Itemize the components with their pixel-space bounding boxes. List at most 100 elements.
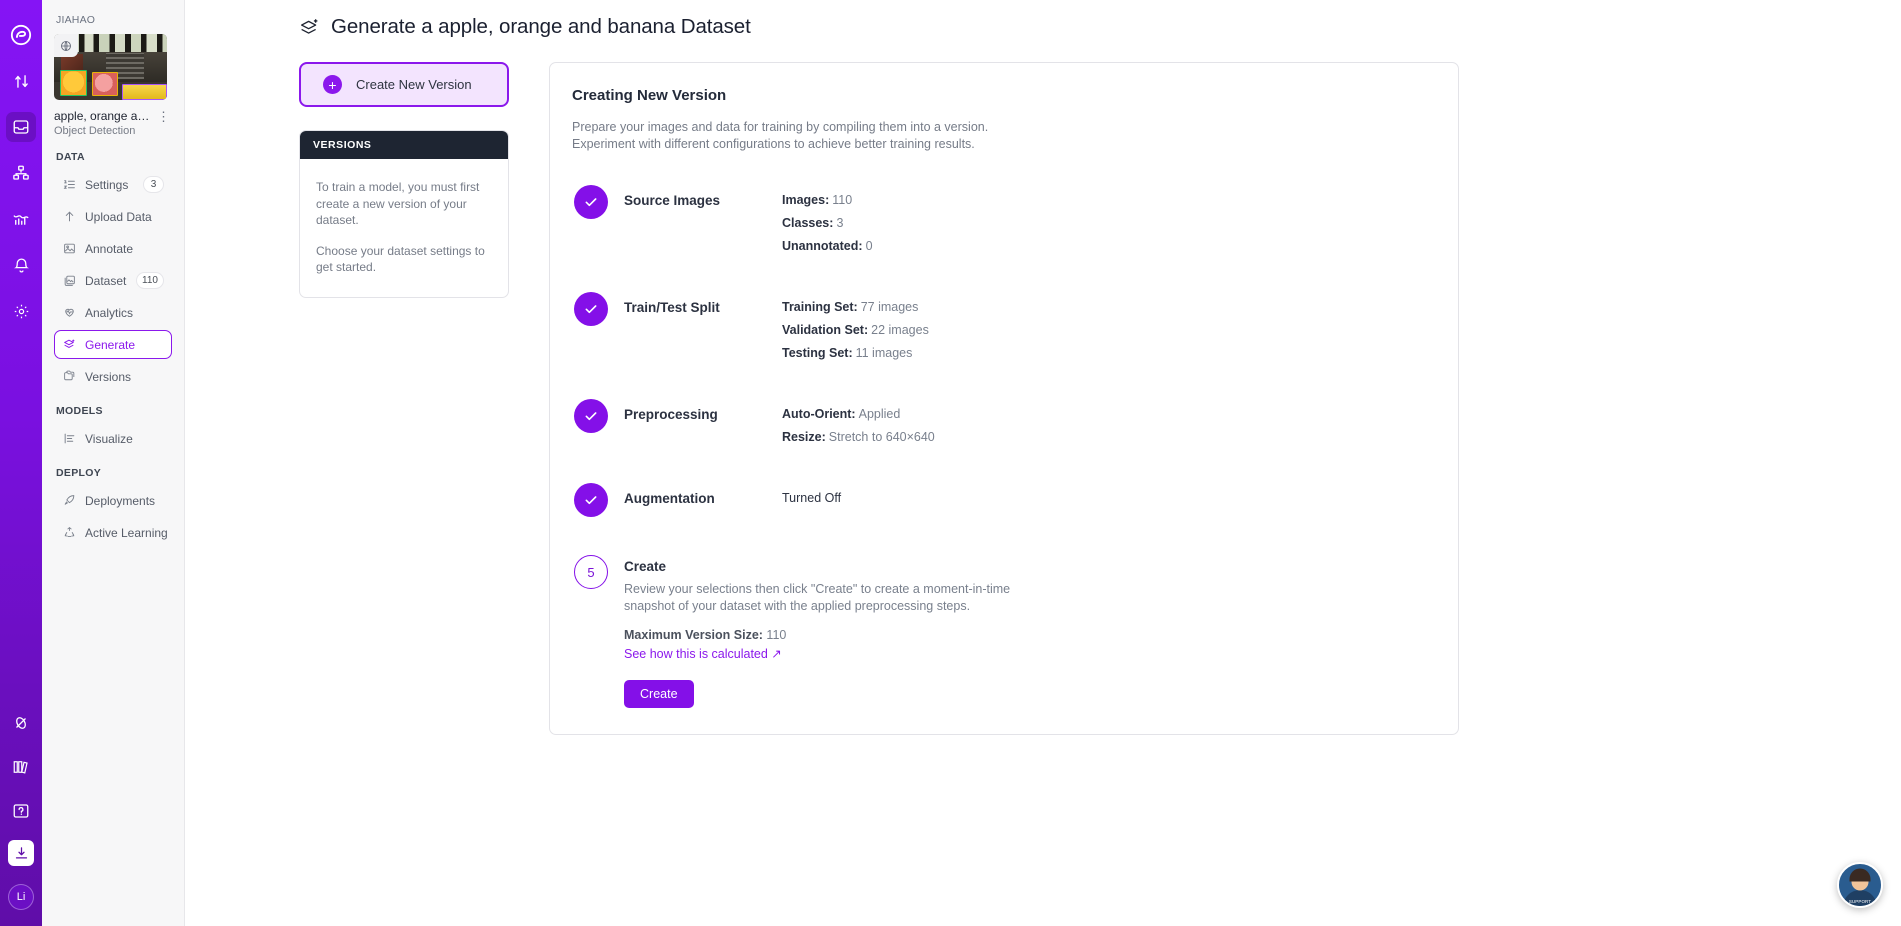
analytics-chart-icon[interactable] — [6, 204, 36, 234]
sidebar-item-active-learning[interactable]: Active Learning — [54, 518, 172, 547]
sidebar-item-visualize[interactable]: Visualize — [54, 424, 172, 453]
kv-key: Auto-Orient: — [782, 407, 856, 422]
sidebar-item-upload-data[interactable]: Upload Data — [54, 202, 172, 231]
section-label-data: DATA — [56, 151, 85, 163]
ordered-list-icon — [62, 178, 76, 192]
sidebar-item-settings[interactable]: Settings 3 — [54, 170, 172, 199]
create-new-version-label: Create New Version — [356, 77, 472, 92]
kv-value: Stretch to 640×640 — [828, 430, 935, 445]
left-column: + Create New Version VERSIONS To train a… — [299, 62, 509, 735]
globe-icon[interactable] — [54, 34, 78, 57]
see-how-calculated-link[interactable]: See how this is calculated ↗ — [624, 646, 782, 661]
annotate-image-icon — [62, 242, 76, 256]
roboflow-logo-icon[interactable] — [6, 20, 36, 50]
sidebar-item-dataset[interactable]: Dataset 110 — [54, 266, 172, 295]
sidebar-item-label: Visualize — [85, 431, 133, 446]
project-row: apple, orange an... ⋮ — [54, 109, 172, 123]
sidebar-badge-settings: 3 — [143, 176, 164, 193]
folders-icon — [62, 370, 76, 384]
max-version-size-row: Maximum Version Size: 110 — [624, 628, 1024, 642]
kv-key: Unannotated: — [782, 239, 863, 254]
sidebar-badge-dataset: 110 — [136, 272, 164, 289]
annotation-box-banana — [122, 84, 167, 100]
kebab-menu-icon[interactable]: ⋮ — [155, 110, 172, 123]
create-new-version-button[interactable]: + Create New Version — [299, 62, 509, 107]
support-badge-label: SUPPORT — [1848, 899, 1872, 904]
step-body: Training Set: 77 images Validation Set: 22… — [782, 292, 1436, 361]
project-name[interactable]: apple, orange an... — [54, 109, 151, 123]
heart-pulse-icon — [62, 306, 76, 320]
step-marker — [572, 292, 624, 327]
creating-new-version-panel: Creating New Version Prepare your images… — [549, 62, 1459, 735]
sidebar-item-label: Active Learning — [85, 525, 168, 540]
step-body: Turned Off — [782, 483, 1436, 505]
sidebar-item-versions[interactable]: Versions — [54, 362, 172, 391]
sidebar-item-annotate[interactable]: Annotate — [54, 234, 172, 263]
help-question-icon[interactable] — [6, 796, 36, 826]
recycle-icon — [62, 526, 76, 540]
step-number-badge: 5 — [574, 555, 608, 590]
kv-key: Validation Set: — [782, 323, 869, 338]
bar-list-icon — [62, 432, 76, 446]
notifications-bell-icon[interactable] — [6, 250, 36, 280]
augmentation-status: Turned Off — [782, 491, 842, 506]
versions-card-body: To train a model, you must first create … — [300, 159, 508, 297]
sidebar-item-label: Settings — [85, 177, 129, 192]
layers-plus-icon — [62, 338, 76, 352]
kv-row: Classes: 3 — [782, 216, 1436, 231]
kv-value: 110 — [832, 193, 853, 208]
kv-row: Testing Set: 11 images — [782, 346, 1436, 361]
sidebar-item-deployments[interactable]: Deployments — [54, 486, 172, 515]
kv-key: Images: — [782, 193, 830, 208]
universe-icon[interactable] — [6, 708, 36, 738]
support-chat-avatar[interactable]: SUPPORT — [1837, 862, 1883, 908]
sidebar-item-analytics[interactable]: Analytics — [54, 298, 172, 327]
check-circle-icon — [574, 483, 608, 518]
org-name: JIAHAO — [56, 14, 96, 26]
create-block: Create Review your selections then click… — [624, 555, 1024, 708]
kv-key: Classes: — [782, 216, 834, 231]
create-step-title: Create — [624, 559, 667, 575]
step-marker — [572, 483, 624, 518]
kv-row: Images: 110 — [782, 193, 1436, 208]
step-preprocessing: Preprocessing Auto-Orient: Applied Resize… — [572, 399, 1436, 445]
create-button[interactable]: Create — [624, 680, 694, 708]
settings-gear-icon[interactable] — [6, 296, 36, 326]
kv-value: 22 images — [871, 323, 929, 338]
versions-paragraph-1: To train a model, you must first create … — [316, 180, 480, 228]
check-circle-icon — [574, 399, 608, 434]
transfer-icon[interactable] — [6, 66, 36, 96]
section-label-models: MODELS — [56, 405, 103, 417]
step-marker — [572, 185, 624, 220]
sidebar-item-label: Annotate — [85, 241, 134, 256]
user-avatar[interactable]: Li — [8, 884, 34, 910]
sidebar-item-generate[interactable]: Generate — [54, 330, 172, 359]
library-icon[interactable] — [6, 752, 36, 782]
step-marker: 5 — [572, 555, 624, 590]
step-name: Augmentation — [624, 491, 715, 507]
versions-card: VERSIONS To train a model, you must firs… — [299, 130, 509, 298]
version-steps: Source Images Images: 110 Classes: 3 Unann… — [572, 185, 1436, 708]
kv-key: Training Set: — [782, 300, 858, 315]
step-marker — [572, 399, 624, 434]
content-columns: + Create New Version VERSIONS To train a… — [185, 49, 1901, 735]
kv-value: Applied — [858, 407, 901, 422]
versions-paragraph-2: Choose your dataset settings to get star… — [316, 243, 485, 275]
step-name: Preprocessing — [624, 407, 718, 423]
sidebar-item-label: Upload Data — [85, 209, 152, 224]
right-column: Creating New Version Prepare your images… — [549, 62, 1459, 735]
sidebar: JIAHAO apple, orange an... ⋮ Object Dete… — [42, 0, 185, 926]
app-rail: Li — [0, 0, 42, 926]
sidebar-item-label: Analytics — [85, 305, 134, 320]
kv-row: Validation Set: 22 images — [782, 323, 1436, 338]
max-version-size-key: Maximum Version Size: — [624, 628, 763, 642]
download-icon[interactable] — [8, 840, 34, 866]
projects-inbox-icon[interactable] — [6, 112, 36, 142]
project-thumbnail[interactable] — [54, 34, 167, 100]
kv-key: Testing Set: — [782, 346, 853, 361]
section-label-deploy: DEPLOY — [56, 467, 102, 479]
step-body: Images: 110 Classes: 3 Unannotated: 0 — [782, 185, 1436, 254]
kv-value: 0 — [865, 239, 873, 254]
annotation-box-orange — [60, 70, 87, 96]
workflows-icon[interactable] — [6, 158, 36, 188]
